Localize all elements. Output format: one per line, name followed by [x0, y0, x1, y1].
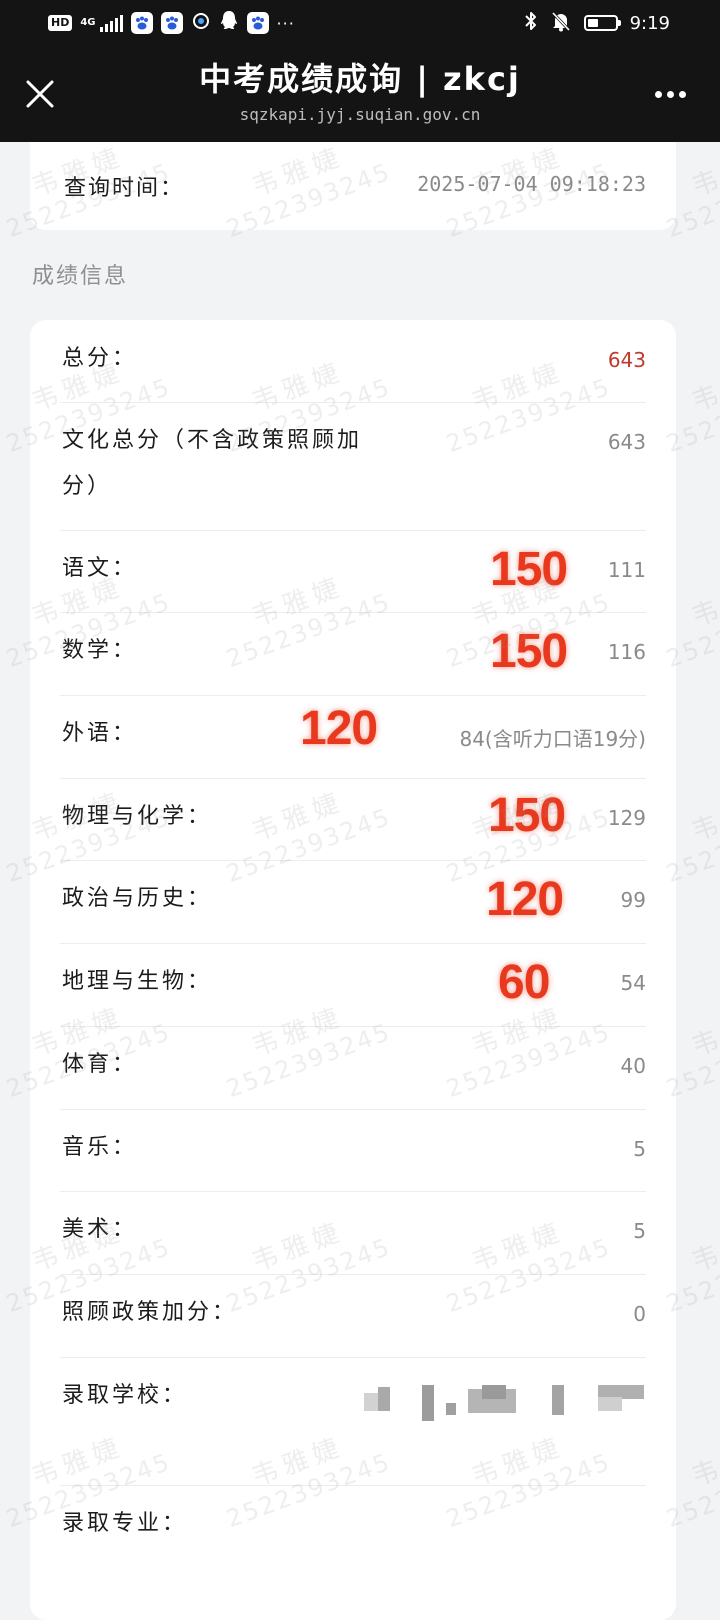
politics-history-value: 99	[620, 888, 646, 912]
math-value: 116	[607, 640, 646, 664]
score-row-art: 美术： 5	[60, 1191, 646, 1275]
art-value: 5	[633, 1219, 646, 1243]
bluetooth-icon	[524, 10, 538, 36]
chinese-value: 111	[607, 558, 646, 582]
admission-major-label: 录取专业：	[62, 1511, 188, 1536]
policy-bonus-value: 0	[633, 1302, 646, 1326]
score-row-geo-bio: 地理与生物： 60 54	[60, 943, 646, 1027]
title-block: 中考成绩成询 | zkcj sqzkapi.jyj.suqian.gov.cn	[140, 58, 580, 126]
hd-badge: HD	[48, 15, 73, 31]
admission-school-row: 录取学校：	[60, 1357, 646, 1486]
foreign-full-mark-annotation: 120	[300, 702, 378, 755]
policy-bonus-label: 照顾政策加分：	[62, 1300, 238, 1325]
title-bar: 中考成绩成询 | zkcj sqzkapi.jyj.suqian.gov.cn	[0, 46, 720, 142]
score-row-policy-bonus: 照顾政策加分： 0	[60, 1274, 646, 1358]
close-icon	[26, 80, 54, 108]
more-menu-button[interactable]	[650, 76, 690, 112]
score-row-chinese: 语文： 150 111	[60, 530, 646, 613]
chinese-full-mark-annotation: 150	[490, 543, 568, 596]
math-label: 数学：	[62, 638, 138, 663]
page-url: sqzkapi.jyj.suqian.gov.cn	[239, 105, 481, 124]
score-row-physics-chem: 物理与化学： 150 129	[60, 778, 646, 861]
score-row-culture-total: 文化总分（不含政策照顾加分） 643	[60, 402, 646, 531]
music-value: 5	[633, 1137, 646, 1161]
total-value: 643	[607, 348, 646, 372]
geo-bio-full-mark-annotation: 60	[498, 956, 550, 1009]
geo-bio-value: 54	[620, 971, 646, 995]
total-label: 总分：	[62, 346, 138, 371]
camera-notification-icon	[191, 11, 211, 35]
signal-icon	[99, 14, 123, 32]
score-row-pe: 体育： 40	[60, 1026, 646, 1110]
geo-bio-label: 地理与生物：	[62, 969, 213, 994]
section-title: 成绩信息	[32, 264, 129, 289]
query-time-label: 查询时间：	[64, 176, 185, 201]
music-label: 音乐：	[62, 1135, 138, 1160]
status-bar: HD 4G ··· 9:19	[0, 0, 720, 46]
close-button[interactable]	[22, 76, 58, 112]
baidu-app-icon-3	[246, 12, 269, 34]
top-bar: HD 4G ··· 9:19 中考成绩成询 | zkcj sqzkapi.jyj…	[0, 0, 720, 142]
physics-chem-label: 物理与化学：	[62, 804, 213, 829]
baidu-app-icon	[130, 12, 153, 34]
admission-school-mosaic	[364, 1383, 646, 1423]
battery-icon	[583, 15, 621, 31]
page-title: 中考成绩成询 | zkcj	[199, 60, 521, 98]
score-row-politics-history: 政治与历史： 120 99	[60, 860, 646, 944]
dot-icon	[654, 90, 662, 98]
foreign-value: 84(含听力口语19分)	[459, 727, 646, 751]
dot-icon	[666, 90, 674, 98]
query-info-card: 查询时间： 2025-07-04 09:18:23	[30, 142, 676, 230]
score-row-math: 数学： 150 116	[60, 612, 646, 696]
score-row-music: 音乐： 5	[60, 1109, 646, 1192]
more-notifications-icon: ···	[276, 13, 295, 33]
foreign-label: 外语：	[62, 721, 138, 746]
culture-total-value: 643	[607, 430, 646, 454]
physics-chem-value: 129	[607, 806, 646, 830]
politics-history-label: 政治与历史：	[62, 886, 213, 911]
admission-school-label: 录取学校：	[62, 1383, 188, 1408]
art-label: 美术：	[62, 1217, 138, 1242]
pe-value: 40	[620, 1054, 646, 1078]
pe-label: 体育：	[62, 1052, 138, 1077]
baidu-app-icon-2	[160, 12, 183, 34]
battery-level	[587, 19, 598, 27]
clock: 9:19	[629, 12, 670, 34]
math-full-mark-annotation: 150	[490, 625, 568, 678]
dot-icon	[678, 90, 686, 98]
chinese-label: 语文：	[62, 556, 138, 581]
network-type: 4G	[80, 17, 96, 28]
bell-muted-icon	[550, 10, 572, 36]
qq-icon	[219, 10, 239, 36]
status-right: 9:19	[524, 10, 670, 36]
politics-history-full-mark-annotation: 120	[486, 873, 564, 926]
admission-major-row: 录取专业：	[60, 1485, 646, 1585]
culture-total-label: 文化总分（不含政策照顾加分）	[62, 428, 363, 499]
status-left: HD 4G ···	[48, 10, 295, 36]
score-row-total: 总分： 643	[60, 320, 646, 403]
query-time-value: 2025-07-04 09:18:23	[417, 172, 646, 196]
score-card: 总分： 643 文化总分（不含政策照顾加分） 643 语文： 150 111 数…	[30, 320, 676, 1620]
physics-chem-full-mark-annotation: 150	[488, 789, 566, 842]
score-row-foreign: 外语： 120 84(含听力口语19分)	[60, 695, 646, 779]
